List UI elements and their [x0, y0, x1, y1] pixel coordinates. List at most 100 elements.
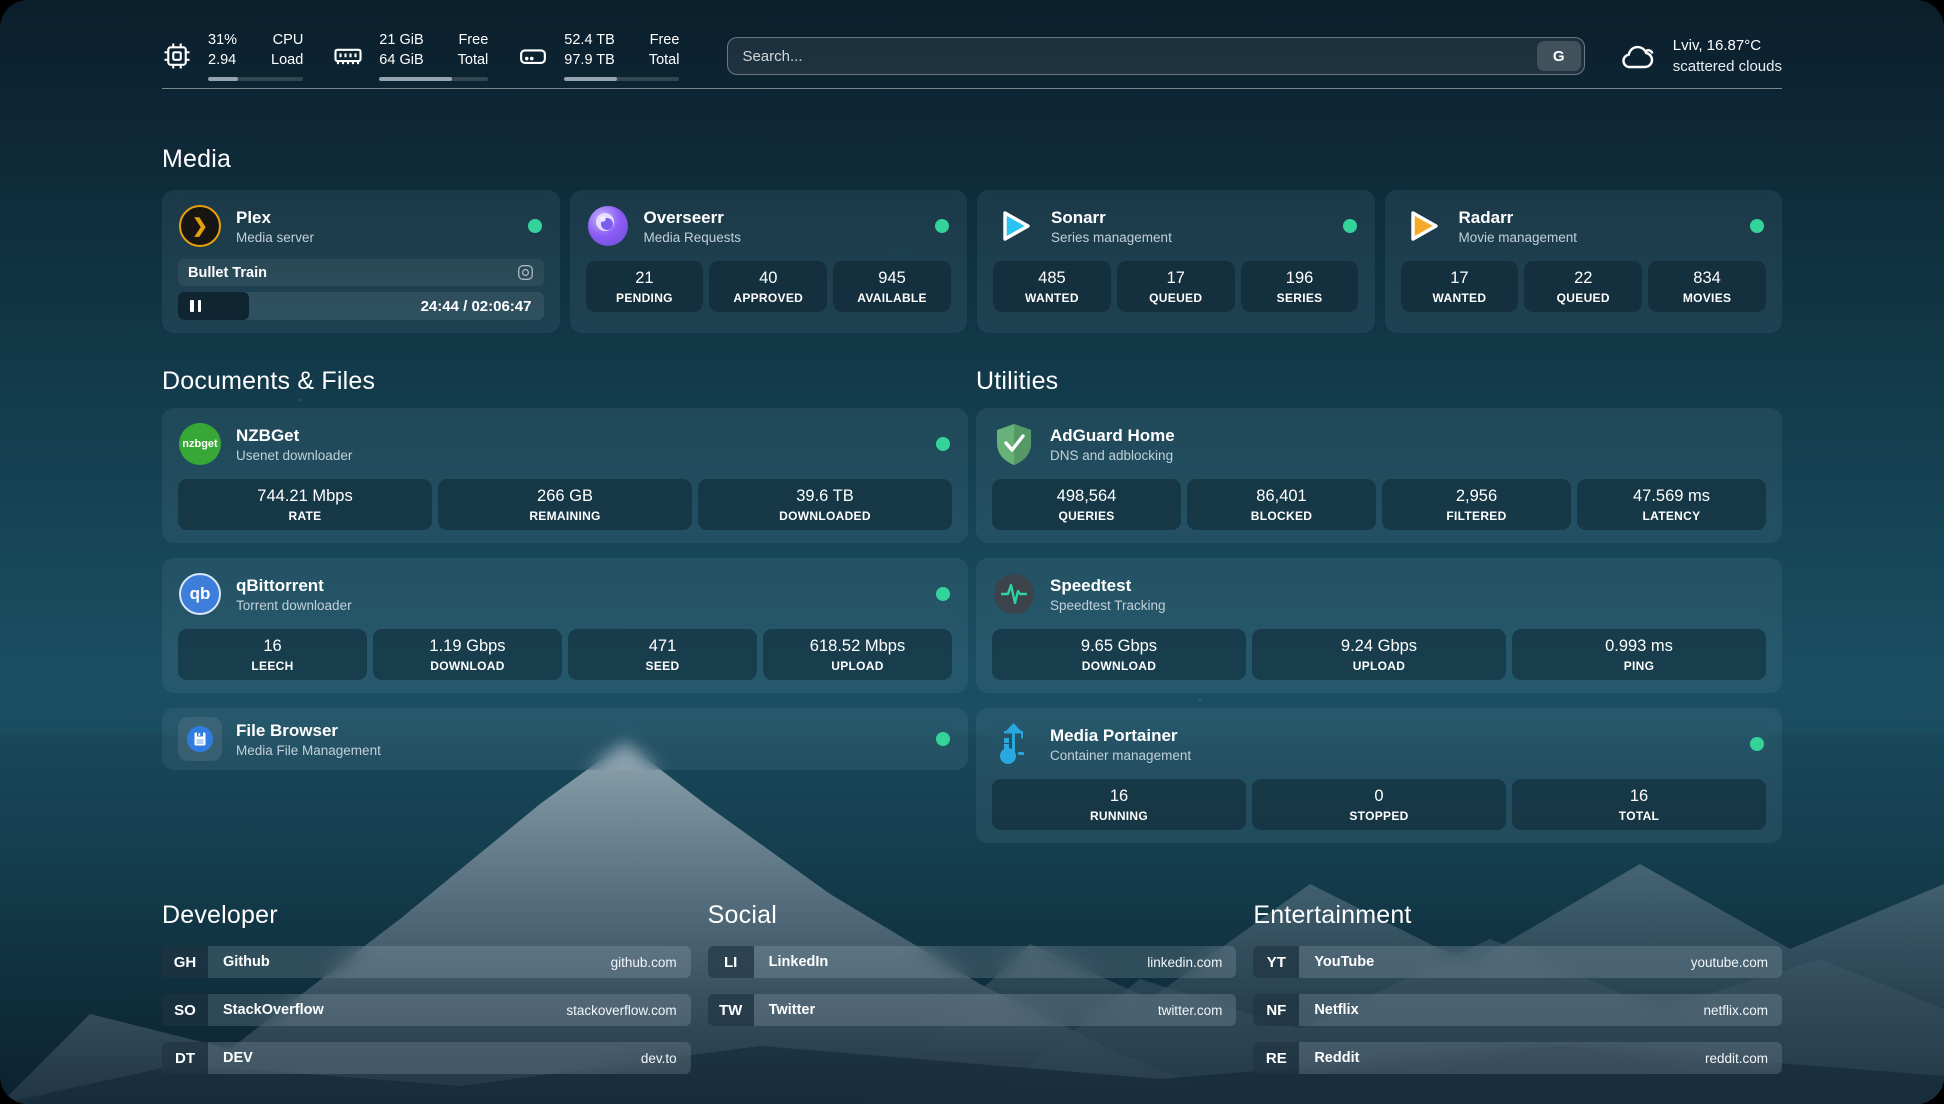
search-bar[interactable]: G: [727, 37, 1584, 75]
cpu-stat: 31% 2.94 CPU Load: [162, 31, 303, 80]
bookmark-abbr: YT: [1253, 946, 1299, 978]
pause-button[interactable]: [190, 300, 201, 312]
bookmark-name: StackOverflow: [208, 994, 566, 1026]
bookmark-abbr: RE: [1253, 1042, 1299, 1074]
service-name: Speedtest: [1050, 576, 1166, 596]
bookmark-abbr: LI: [708, 946, 754, 978]
service-card-overseerr[interactable]: Overseerr Media Requests 21 PENDING 40 A…: [570, 190, 968, 333]
video-icon: [517, 264, 534, 281]
disk-free-value: 52.4 TB: [564, 31, 615, 51]
overseerr-eye-icon: [586, 204, 630, 248]
documents-section-heading: Documents & Files: [162, 367, 968, 396]
bookmark-url: stackoverflow.com: [566, 994, 690, 1026]
stat-queued: 22 QUEUED: [1524, 261, 1642, 312]
utilities-section-heading: Utilities: [976, 367, 1782, 396]
service-card-radarr[interactable]: Radarr Movie management 17 WANTED 22 QUE…: [1385, 190, 1783, 333]
service-name: qBittorrent: [236, 576, 352, 596]
speedtest-heartbeat-icon: [992, 572, 1036, 616]
radarr-play-icon: [1401, 204, 1445, 248]
bookmark-name: DEV: [208, 1042, 641, 1074]
disk-total-value: 97.9 TB: [564, 51, 615, 71]
service-card-adguard[interactable]: AdGuard Home DNS and adblocking 498,564 …: [976, 408, 1782, 543]
bookmark-netflix[interactable]: NF Netflix netflix.com: [1253, 994, 1782, 1026]
service-card-qbittorrent[interactable]: qb qBittorrent Torrent downloader 16 LEE…: [162, 558, 968, 693]
dashboard-page: 31% 2.94 CPU Load: [0, 0, 1944, 1104]
stat-filtered: 2,956 FILTERED: [1382, 479, 1571, 530]
portainer-crane-icon: [992, 722, 1036, 766]
status-dot: [936, 732, 950, 746]
bookmark-youtube[interactable]: YT YouTube youtube.com: [1253, 946, 1782, 978]
bookmark-url: youtube.com: [1691, 946, 1782, 978]
service-name: AdGuard Home: [1050, 426, 1175, 446]
search-engine-button[interactable]: G: [1537, 41, 1581, 71]
service-description: Media File Management: [236, 743, 381, 758]
stat-approved: 40 APPROVED: [709, 261, 827, 312]
status-dot: [935, 219, 949, 233]
bookmark-abbr: GH: [162, 946, 208, 978]
service-card-portainer[interactable]: Media Portainer Container management 16 …: [976, 708, 1782, 843]
playback-time: 24:44 / 02:06:47: [421, 298, 532, 315]
service-card-filebrowser[interactable]: File Browser Media File Management: [162, 708, 968, 770]
ram-icon: [333, 41, 363, 71]
bookmark-abbr: DT: [162, 1042, 208, 1074]
disk-total-label: Total: [649, 51, 680, 71]
social-bookmarks: LI LinkedIn linkedin.com TW Twitter twit…: [708, 946, 1237, 1026]
stat-rate: 744.21 Mbps RATE: [178, 479, 432, 530]
cpu-load-value: 2.94: [208, 51, 237, 71]
bookmark-abbr: NF: [1253, 994, 1299, 1026]
now-playing-title: Bullet Train: [188, 265, 267, 281]
stat-wanted: 485 WANTED: [993, 261, 1111, 312]
bookmark-name: LinkedIn: [754, 946, 1148, 978]
cpu-progress-bar: [208, 77, 303, 81]
service-name: Overseerr: [644, 208, 742, 228]
stat-leech: 16 LEECH: [178, 629, 367, 680]
bookmark-url: linkedin.com: [1147, 946, 1236, 978]
service-description: DNS and adblocking: [1050, 448, 1175, 463]
weather-condition: scattered clouds: [1673, 56, 1782, 77]
stat-movies: 834 MOVIES: [1648, 261, 1766, 312]
service-description: Media Requests: [644, 230, 742, 245]
cpu-load-label: Load: [271, 51, 303, 71]
media-section-heading: Media: [162, 145, 1782, 174]
bookmark-linkedin[interactable]: LI LinkedIn linkedin.com: [708, 946, 1237, 978]
bookmark-reddit[interactable]: RE Reddit reddit.com: [1253, 1042, 1782, 1074]
now-playing-row: Bullet Train: [178, 259, 544, 286]
bookmark-github[interactable]: GH Github github.com: [162, 946, 691, 978]
stat-remaining: 266 GB REMAINING: [438, 479, 692, 530]
service-description: Speedtest Tracking: [1050, 598, 1166, 613]
service-name: Plex: [236, 208, 314, 228]
service-name: NZBGet: [236, 426, 352, 446]
service-name: Media Portainer: [1050, 726, 1191, 746]
stat-available: 945 AVAILABLE: [833, 261, 951, 312]
bookmark-name: Reddit: [1299, 1042, 1705, 1074]
service-description: Media server: [236, 230, 314, 245]
memory-free-label: Free: [458, 31, 489, 51]
top-bar: 31% 2.94 CPU Load: [162, 0, 1782, 80]
bookmark-abbr: SO: [162, 994, 208, 1026]
disk-progress-bar: [564, 77, 679, 81]
stat-running: 16 RUNNING: [992, 779, 1246, 830]
memory-stat: 21 GiB 64 GiB Free Total: [333, 31, 488, 80]
bookmark-stackoverflow[interactable]: SO StackOverflow stackoverflow.com: [162, 994, 691, 1026]
stat-queries: 498,564 QUERIES: [992, 479, 1181, 530]
cloud-icon: [1619, 41, 1659, 71]
memory-total-label: Total: [458, 51, 489, 71]
playback-progress-bar[interactable]: 24:44 / 02:06:47: [178, 292, 544, 320]
developer-bookmarks: GH Github github.com SO StackOverflow st…: [162, 946, 691, 1074]
service-card-speedtest[interactable]: Speedtest Speedtest Tracking 9.65 Gbps D…: [976, 558, 1782, 693]
disk-free-label: Free: [649, 31, 680, 51]
weather-location-temp: Lviv, 16.87°C: [1673, 35, 1782, 56]
bookmark-dev[interactable]: DT DEV dev.to: [162, 1042, 691, 1074]
weather-widget: Lviv, 16.87°C scattered clouds: [1619, 35, 1782, 77]
plex-chevron-icon: ❯: [178, 204, 222, 248]
stat-blocked: 86,401 BLOCKED: [1187, 479, 1376, 530]
bookmark-twitter[interactable]: TW Twitter twitter.com: [708, 994, 1237, 1026]
search-input[interactable]: [742, 48, 1536, 65]
service-card-nzbget[interactable]: nzbget NZBGet Usenet downloader 744.21 M…: [162, 408, 968, 543]
service-card-sonarr[interactable]: Sonarr Series management 485 WANTED 17 Q…: [977, 190, 1375, 333]
service-card-plex[interactable]: ❯ Plex Media server Bullet Train: [162, 190, 560, 333]
stat-download: 9.65 Gbps DOWNLOAD: [992, 629, 1246, 680]
developer-section-heading: Developer: [162, 901, 691, 930]
filebrowser-floppy-icon: [178, 717, 222, 761]
stat-downloaded: 39.6 TB DOWNLOADED: [698, 479, 952, 530]
